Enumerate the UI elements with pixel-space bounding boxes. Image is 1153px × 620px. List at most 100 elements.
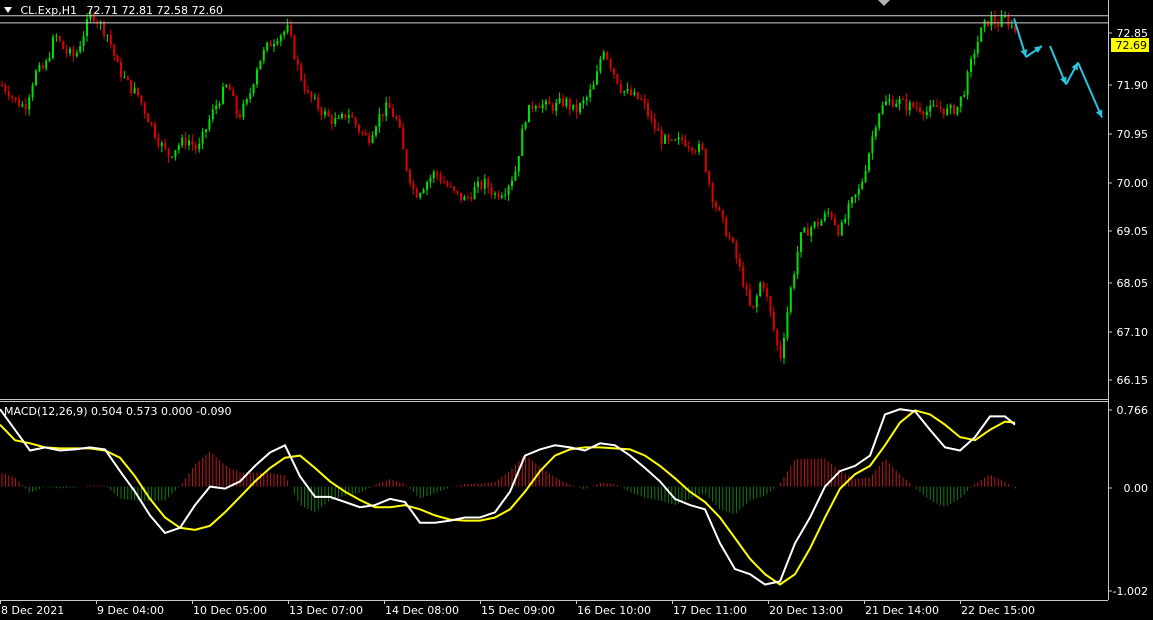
candle-body (817, 221, 819, 226)
candle-body (511, 180, 513, 187)
ohlc-label: 72.71 72.81 72.58 72.60 (86, 4, 223, 17)
candle-body (307, 90, 309, 92)
candle-body (630, 88, 632, 95)
candle-body (749, 289, 751, 306)
candle-body (154, 123, 156, 138)
candle-body (1010, 25, 1013, 27)
candle-body (456, 190, 459, 193)
candle-body (861, 181, 864, 189)
candle-body (341, 113, 343, 118)
candle-body (279, 35, 282, 42)
candle-body (463, 196, 466, 201)
candle-body (198, 143, 201, 150)
candle-body (177, 145, 180, 151)
candle-body (752, 305, 755, 308)
candle-body (140, 95, 143, 104)
candle-body (698, 143, 700, 152)
candle-body (239, 114, 241, 118)
dropdown-triangle-icon[interactable] (4, 7, 12, 13)
candle-body (837, 224, 840, 236)
candle-body (874, 127, 877, 137)
candle-body (528, 104, 530, 123)
candle-body (929, 105, 932, 112)
candle-body (997, 23, 1000, 27)
candle-body (466, 196, 469, 198)
candle-body (123, 76, 126, 78)
candle-body (371, 135, 374, 143)
price-tick-label: 67.10 (1117, 326, 1149, 339)
candle-body (633, 91, 636, 95)
candle-body (565, 98, 568, 107)
candle-body (72, 48, 75, 57)
candle-body (864, 170, 867, 182)
candle-body (939, 106, 942, 109)
candle-body (976, 41, 979, 54)
candle-body (616, 74, 619, 84)
candle-body (640, 98, 643, 100)
time-tick-label: 20 Dec 13:00 (769, 604, 843, 617)
candle-body (82, 36, 85, 46)
candle-body (738, 258, 741, 267)
candle-body (885, 101, 887, 106)
candle-body (959, 96, 962, 107)
candle-body (582, 100, 585, 104)
candle-body (259, 60, 262, 70)
macd-header: MACD(12,26,9) 0.504 0.573 0.000 -0.090 (4, 405, 232, 418)
candle-body (881, 105, 884, 114)
candle-body (7, 91, 10, 97)
candle-body (419, 193, 422, 198)
candle-body (664, 135, 666, 144)
candle-body (252, 84, 255, 94)
candle-body (956, 106, 959, 114)
candle-body (205, 129, 207, 132)
time-tick-label: 10 Dec 05:00 (193, 604, 267, 617)
candle-body (820, 220, 823, 226)
candle-body (847, 203, 850, 219)
candle-body (674, 139, 677, 141)
candle-body (313, 97, 316, 99)
candle-body (480, 181, 483, 189)
candle-body (364, 132, 367, 136)
candle-body (398, 118, 401, 128)
candle-body (793, 274, 796, 288)
candle-body (667, 135, 670, 140)
candle-body (446, 182, 449, 187)
candle-body (555, 102, 558, 111)
candle-body (225, 84, 228, 87)
candle-body (293, 35, 296, 60)
candle-body (58, 36, 61, 42)
candle-body (358, 124, 360, 132)
candle-body (599, 58, 602, 72)
candle-body (218, 103, 221, 106)
candle-body (327, 111, 330, 117)
price-tick-label: 71.90 (1117, 79, 1149, 92)
candle-body (908, 102, 911, 111)
candle-body (596, 71, 598, 85)
candle-body (538, 106, 541, 109)
candle-body (157, 137, 160, 147)
candle-body (796, 252, 799, 275)
candle-body (351, 115, 354, 118)
candle-body (990, 16, 993, 27)
candle-body (531, 104, 534, 109)
candle-body (606, 52, 609, 60)
candle-body (953, 104, 955, 114)
candle-body (317, 97, 320, 109)
candle-body (711, 183, 714, 203)
candle-body (470, 196, 473, 200)
candle-body (483, 178, 486, 189)
time-tick-label: 9 Dec 04:00 (97, 604, 164, 617)
candle-body (194, 144, 197, 150)
candle-body (840, 222, 843, 236)
candle-body (806, 227, 809, 236)
candle-body (732, 237, 734, 243)
candle-body (687, 146, 690, 148)
candle-body (534, 106, 537, 109)
time-tick-label: 21 Dec 14:00 (865, 604, 939, 617)
candle-body (494, 193, 496, 195)
candle-body (810, 227, 813, 236)
candle-body (164, 142, 167, 149)
candle-body (477, 181, 479, 188)
candle-body (426, 182, 428, 190)
candle-body (208, 119, 211, 130)
